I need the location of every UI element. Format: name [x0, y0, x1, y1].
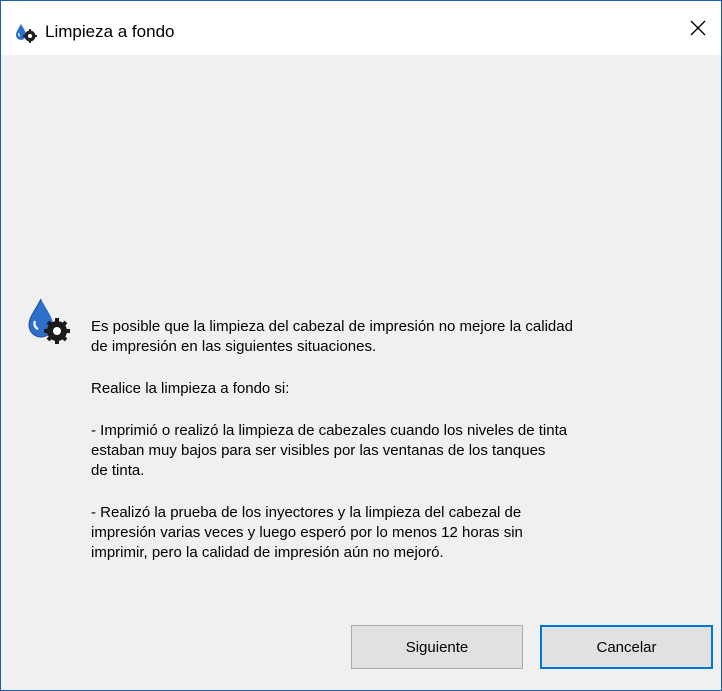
intro-paragraph: Es posible que la limpieza del cabezal d… [91, 318, 573, 355]
title-bar: Limpieza a fondo [1, 1, 721, 55]
dialog-window: Limpieza a fondo Es posible que la limpi… [0, 0, 722, 691]
ink-drop-gear-icon [27, 297, 71, 347]
cancel-button[interactable]: Cancelar [540, 625, 713, 669]
next-button[interactable]: Siguiente [351, 625, 523, 669]
window-title: Limpieza a fondo [45, 22, 175, 41]
instructions-text: Es posible que la limpieza del cabezal d… [91, 317, 691, 581]
printer-cleaning-icon [15, 23, 37, 43]
close-icon [690, 20, 706, 36]
close-button[interactable] [675, 1, 721, 55]
instruction-heading: Realice la limpieza a fondo si: [91, 380, 290, 397]
condition-repeated-cleaning: - Realizó la prueba de los inyectores y … [91, 504, 523, 561]
condition-low-ink: - Imprimió o realizó la limpieza de cabe… [91, 422, 568, 479]
